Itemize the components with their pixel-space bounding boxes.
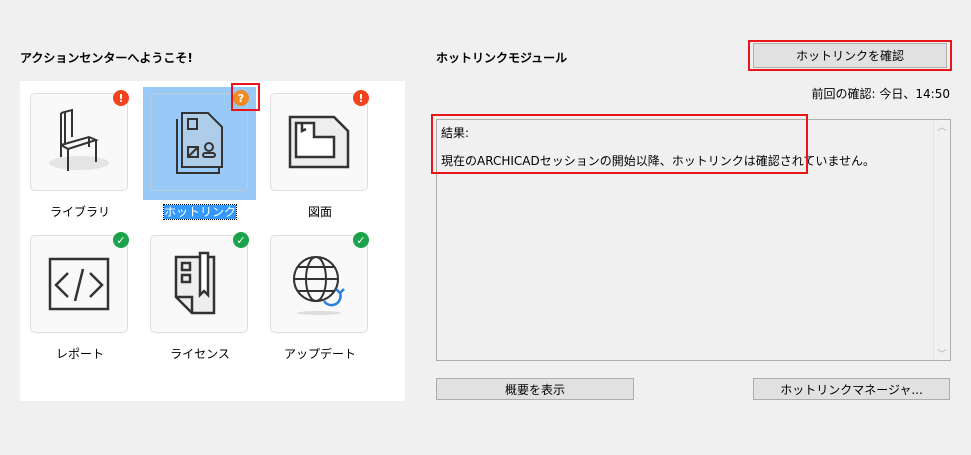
show-summary-button[interactable]: 概要を表示 [436, 378, 634, 400]
tile-hotlink-label-text: ホットリンク [162, 204, 238, 220]
annotation-box [748, 40, 952, 71]
hotlink-document-icon [176, 112, 223, 174]
ok-badge-icon: ✓ [353, 232, 369, 248]
tile-drawings-label: 図面 [307, 205, 332, 219]
last-check-text: 前回の確認: 今日、14:50 [811, 87, 950, 101]
scroll-down-icon[interactable]: ﹀ [934, 347, 950, 360]
hotlink-module-title: ホットリンクモジュール [436, 51, 568, 65]
license-icon [174, 251, 216, 315]
scrollbar[interactable]: ︿ ﹀ [933, 120, 950, 360]
tile-hotlink-label: ホットリンク [140, 203, 260, 220]
globe-update-icon [293, 256, 345, 315]
annotation-box [431, 114, 808, 174]
chair-icon [49, 108, 109, 171]
tile-library[interactable]: ! [30, 90, 129, 191]
ok-badge-icon: ✓ [233, 232, 249, 248]
hotlink-manager-button[interactable]: ホットリンクマネージャ... [753, 378, 950, 400]
tile-license[interactable]: ✓ [150, 232, 249, 333]
scroll-up-icon[interactable]: ︿ [934, 120, 950, 133]
error-badge-icon: ! [353, 90, 369, 106]
tile-update-label: アップデート [283, 347, 356, 361]
tile-license-label: ライセンス [170, 347, 230, 361]
error-badge-icon: ! [113, 90, 129, 106]
ok-badge-icon: ✓ [113, 232, 129, 248]
annotation-box [231, 83, 260, 111]
tile-library-label: ライブラリ [49, 205, 110, 219]
tile-report[interactable]: ✓ [30, 232, 129, 333]
welcome-title: アクションセンターへようこそ! [20, 51, 193, 65]
tile-drawings[interactable]: ! [270, 90, 369, 191]
tile-report-label: レポート [55, 347, 104, 361]
tile-update[interactable]: ✓ [270, 232, 369, 333]
code-report-icon [48, 257, 110, 311]
drawing-icon [288, 115, 350, 169]
